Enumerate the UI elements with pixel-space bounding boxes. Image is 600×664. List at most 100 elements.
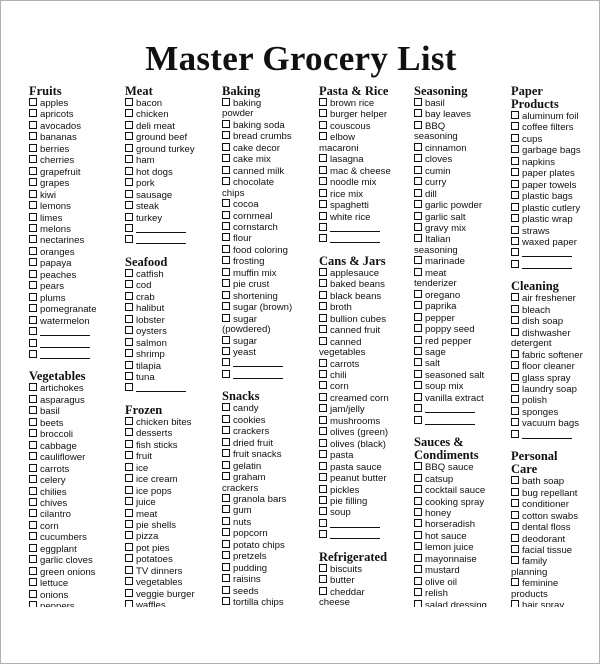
- checkbox-icon[interactable]: [319, 313, 327, 322]
- checkbox-icon[interactable]: [29, 166, 37, 175]
- checkbox-icon[interactable]: [125, 349, 133, 358]
- checkbox-icon[interactable]: [222, 414, 230, 423]
- checkbox-icon[interactable]: [319, 507, 327, 516]
- checkbox-icon[interactable]: [511, 556, 519, 565]
- checkbox-icon[interactable]: [125, 109, 133, 118]
- checkbox-icon[interactable]: [414, 109, 422, 118]
- checkbox-icon[interactable]: [414, 599, 422, 607]
- checkbox-icon[interactable]: [29, 452, 37, 461]
- checkbox-icon[interactable]: [125, 201, 133, 210]
- checkbox-icon[interactable]: [125, 155, 133, 164]
- checkbox-icon[interactable]: [414, 301, 422, 310]
- checkbox-icon[interactable]: [125, 189, 133, 198]
- checkbox-icon[interactable]: [222, 244, 230, 253]
- checkbox-icon[interactable]: [319, 381, 327, 390]
- checkbox-icon[interactable]: [222, 210, 230, 219]
- checkbox-icon[interactable]: [222, 597, 230, 606]
- checkbox-icon[interactable]: [511, 248, 519, 257]
- checkbox-icon[interactable]: [414, 530, 422, 539]
- checkbox-icon[interactable]: [319, 120, 327, 129]
- checkbox-icon[interactable]: [414, 542, 422, 551]
- checkbox-icon[interactable]: [125, 508, 133, 517]
- checkbox-icon[interactable]: [125, 497, 133, 506]
- checkbox-icon[interactable]: [319, 200, 327, 209]
- checkbox-icon[interactable]: [125, 291, 133, 300]
- checkbox-icon[interactable]: [125, 166, 133, 175]
- checkbox-icon[interactable]: [29, 349, 37, 358]
- checkbox-icon[interactable]: [29, 475, 37, 484]
- checkbox-icon[interactable]: [414, 565, 422, 574]
- checkbox-icon[interactable]: [319, 450, 327, 459]
- checkbox-icon[interactable]: [319, 188, 327, 197]
- checkbox-icon[interactable]: [29, 486, 37, 495]
- checkbox-icon[interactable]: [511, 259, 519, 268]
- checkbox-icon[interactable]: [29, 292, 37, 301]
- checkbox-icon[interactable]: [29, 566, 37, 575]
- checkbox-icon[interactable]: [319, 267, 327, 276]
- checkbox-icon[interactable]: [29, 440, 37, 449]
- checkbox-icon[interactable]: [125, 577, 133, 586]
- checkbox-icon[interactable]: [125, 314, 133, 323]
- checkbox-icon[interactable]: [125, 531, 133, 540]
- checkbox-icon[interactable]: [319, 404, 327, 413]
- checkbox-icon[interactable]: [222, 528, 230, 537]
- checkbox-icon[interactable]: [29, 201, 37, 210]
- checkbox-icon[interactable]: [319, 165, 327, 174]
- checkbox-icon[interactable]: [511, 214, 519, 223]
- checkbox-icon[interactable]: [511, 395, 519, 404]
- checkbox-icon[interactable]: [511, 304, 519, 313]
- checkbox-icon[interactable]: [414, 415, 422, 424]
- checkbox-icon[interactable]: [29, 589, 37, 598]
- checkbox-icon[interactable]: [414, 462, 422, 471]
- checkbox-icon[interactable]: [414, 142, 422, 151]
- checkbox-icon[interactable]: [222, 449, 230, 458]
- checkbox-icon[interactable]: [222, 516, 230, 525]
- checkbox-icon[interactable]: [414, 369, 422, 378]
- checkbox-icon[interactable]: [222, 154, 230, 163]
- checkbox-icon[interactable]: [319, 109, 327, 118]
- checkbox-icon[interactable]: [319, 563, 327, 572]
- checkbox-icon[interactable]: [29, 258, 37, 267]
- write-in-line[interactable]: [425, 416, 475, 425]
- checkbox-icon[interactable]: [319, 530, 327, 539]
- checkbox-icon[interactable]: [29, 532, 37, 541]
- checkbox-icon[interactable]: [29, 555, 37, 564]
- checkbox-icon[interactable]: [222, 493, 230, 502]
- checkbox-icon[interactable]: [29, 178, 37, 187]
- checkbox-icon[interactable]: [222, 346, 230, 355]
- checkbox-icon[interactable]: [319, 279, 327, 288]
- checkbox-icon[interactable]: [222, 290, 230, 299]
- checkbox-icon[interactable]: [125, 360, 133, 369]
- checkbox-icon[interactable]: [319, 358, 327, 367]
- checkbox-icon[interactable]: [511, 168, 519, 177]
- checkbox-icon[interactable]: [29, 281, 37, 290]
- write-in-line[interactable]: [330, 519, 380, 528]
- checkbox-icon[interactable]: [414, 392, 422, 401]
- write-in-line[interactable]: [233, 358, 283, 368]
- checkbox-icon[interactable]: [29, 155, 37, 164]
- checkbox-icon[interactable]: [319, 234, 327, 243]
- checkbox-icon[interactable]: [511, 476, 519, 485]
- checkbox-icon[interactable]: [125, 588, 133, 597]
- checkbox-icon[interactable]: [29, 601, 37, 607]
- checkbox-icon[interactable]: [414, 381, 422, 390]
- checkbox-icon[interactable]: [414, 98, 422, 106]
- checkbox-icon[interactable]: [29, 383, 37, 392]
- checkbox-icon[interactable]: [222, 505, 230, 514]
- checkbox-icon[interactable]: [511, 225, 519, 234]
- checkbox-icon[interactable]: [222, 233, 230, 242]
- checkbox-icon[interactable]: [511, 406, 519, 415]
- write-in-line[interactable]: [522, 260, 572, 269]
- checkbox-icon[interactable]: [222, 302, 230, 311]
- checkbox-icon[interactable]: [319, 369, 327, 378]
- checkbox-icon[interactable]: [222, 403, 230, 412]
- checkbox-icon[interactable]: [414, 553, 422, 562]
- checkbox-icon[interactable]: [29, 315, 37, 324]
- checkbox-icon[interactable]: [29, 246, 37, 255]
- checkbox-icon[interactable]: [319, 473, 327, 482]
- checkbox-icon[interactable]: [511, 349, 519, 358]
- checkbox-icon[interactable]: [414, 188, 422, 197]
- checkbox-icon[interactable]: [222, 313, 230, 322]
- checkbox-icon[interactable]: [511, 383, 519, 392]
- checkbox-icon[interactable]: [414, 312, 422, 321]
